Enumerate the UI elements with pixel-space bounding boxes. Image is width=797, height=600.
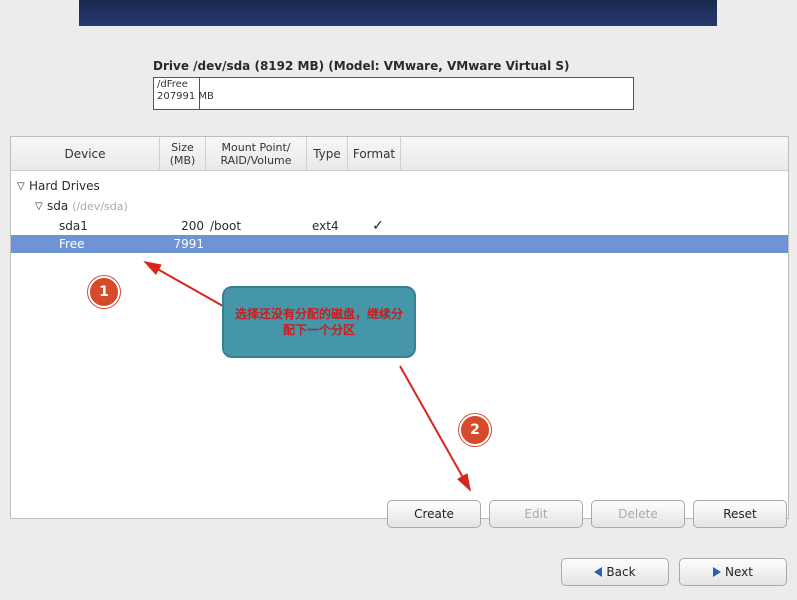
col-size[interactable]: Size (MB)	[160, 137, 206, 170]
title-bar	[79, 0, 717, 26]
arrow-left-icon	[594, 567, 602, 577]
tree-node-sda[interactable]: ▽ sda (/dev/sda)	[11, 197, 788, 215]
col-type[interactable]: Type	[307, 137, 348, 170]
nav-bar: Back Next	[561, 558, 787, 586]
col-device[interactable]: Device	[11, 137, 160, 170]
back-button[interactable]: Back	[561, 558, 669, 586]
drive-diagram-text: /dFree 207991 MB	[157, 79, 214, 103]
annotation-bubble: 选择还没有分配的磁盘，继续分配下一个分区	[222, 286, 416, 358]
table-row-free[interactable]: Free 7991	[11, 235, 788, 253]
drive-title: Drive /dev/sda (8192 MB) (Model: VMware,…	[153, 59, 632, 73]
arrow-right-icon	[713, 567, 721, 577]
drive-summary: Drive /dev/sda (8192 MB) (Model: VMware,…	[153, 59, 632, 110]
tree-body: ▽ Hard Drives ▽ sda (/dev/sda) sda1 200 …	[11, 177, 788, 253]
action-bar: Create Edit Delete Reset	[10, 500, 787, 528]
drive-diagram: /dFree 207991 MB	[153, 77, 634, 110]
reset-button[interactable]: Reset	[693, 500, 787, 528]
edit-button: Edit	[489, 500, 583, 528]
next-button[interactable]: Next	[679, 558, 787, 586]
tree-node-hard-drives[interactable]: ▽ Hard Drives	[11, 177, 788, 195]
disclosure-icon: ▽	[35, 201, 47, 212]
table-header-row: Device Size (MB) Mount Point/ RAID/Volum…	[11, 137, 788, 171]
col-mount[interactable]: Mount Point/ RAID/Volume	[206, 137, 307, 170]
checkmark-icon: ✓	[352, 218, 404, 234]
col-format[interactable]: Format	[348, 137, 401, 170]
table-row-sda1[interactable]: sda1 200 /boot ext4 ✓	[11, 217, 788, 235]
annotation-badge-1: 1	[88, 276, 120, 308]
annotation-badge-2: 2	[459, 414, 491, 446]
disclosure-icon: ▽	[17, 181, 29, 192]
delete-button: Delete	[591, 500, 685, 528]
create-button[interactable]: Create	[387, 500, 481, 528]
